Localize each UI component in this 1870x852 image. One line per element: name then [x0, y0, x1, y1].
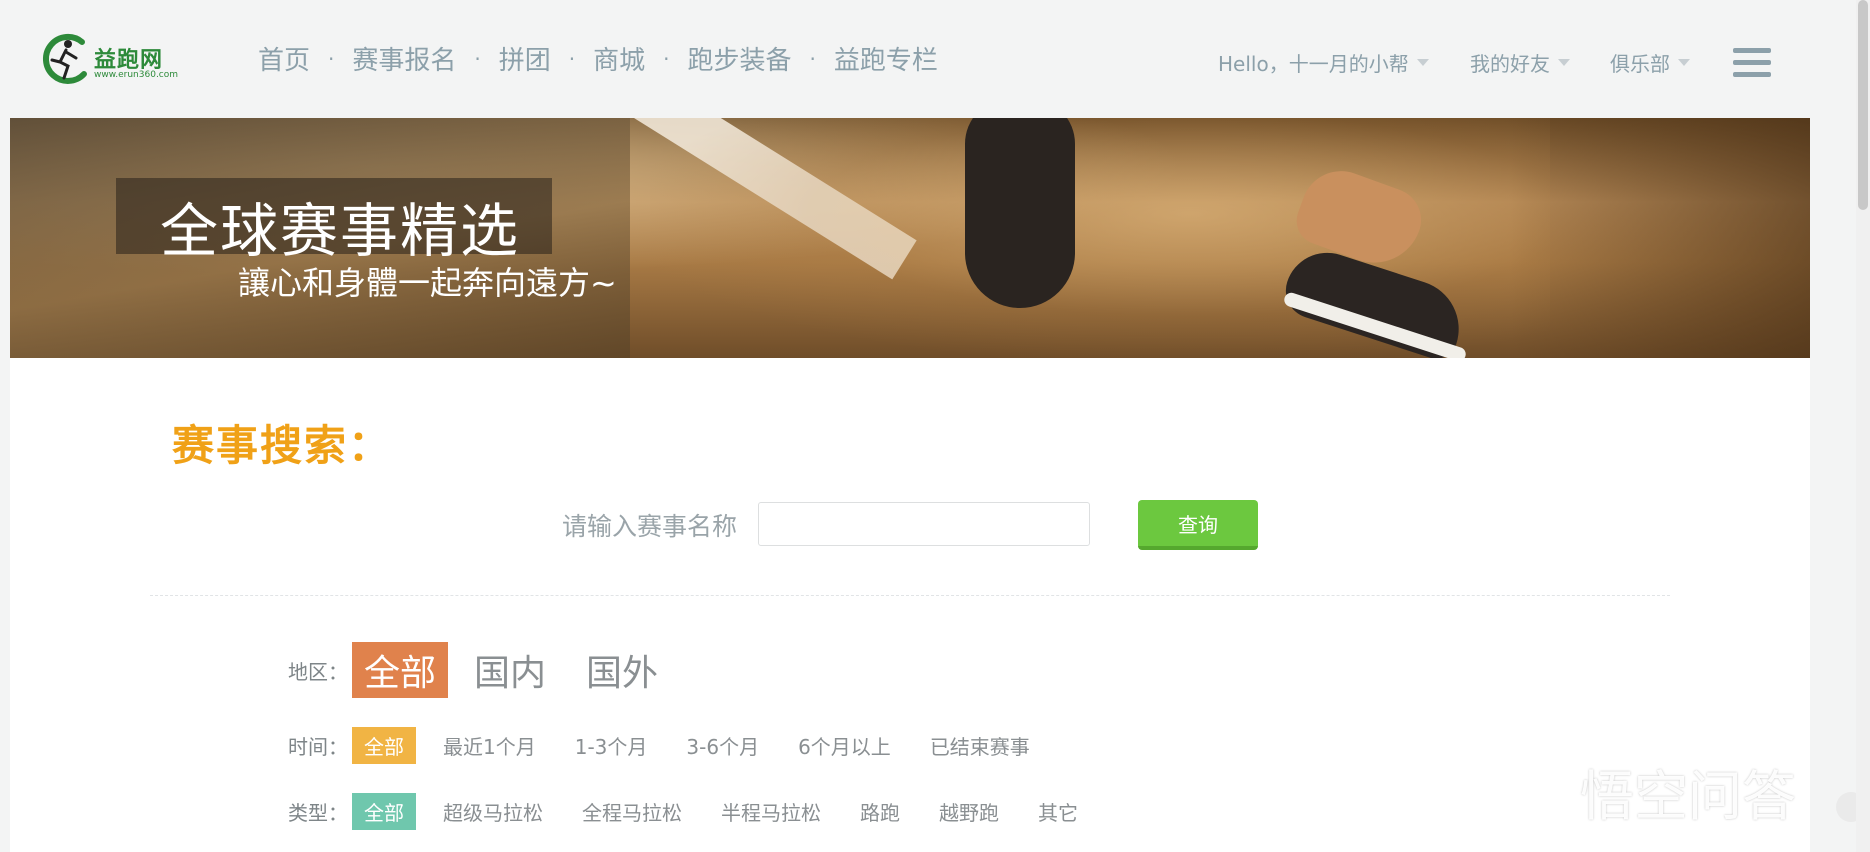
search-section-title: 赛事搜索： [172, 421, 393, 470]
nav-race-signup[interactable]: 赛事报名 [352, 40, 456, 77]
nav-group-buy[interactable]: 拼团 [499, 40, 551, 77]
nav-home[interactable]: 首页 [258, 40, 310, 77]
scrollbar-thumb[interactable] [1858, 0, 1868, 210]
type-filter-label: 类型： [288, 801, 348, 825]
banner-title: 全球赛事精选 [160, 197, 521, 265]
time-option-3-6-months[interactable]: 3-6个月 [686, 731, 759, 760]
region-filter: 地区： 全部 国内 国外 [288, 642, 698, 698]
race-name-search-input[interactable] [758, 502, 1090, 546]
nav-separator: · [809, 46, 816, 71]
type-option-ultramarathon[interactable]: 超级马拉松 [443, 797, 543, 826]
runner-leg-image [965, 118, 1075, 308]
hamburger-menu-icon[interactable] [1733, 48, 1771, 82]
search-label: 请输入赛事名称 [562, 512, 738, 541]
divider [150, 595, 1670, 596]
type-option-trail-run[interactable]: 越野跑 [939, 797, 999, 826]
type-option-road-run[interactable]: 路跑 [860, 797, 900, 826]
nav-separator: · [328, 46, 335, 71]
time-filter-label: 时间： [288, 735, 348, 759]
nav-separator: · [568, 46, 576, 71]
chevron-down-icon [1558, 59, 1570, 66]
type-option-marathon[interactable]: 全程马拉松 [582, 797, 682, 826]
chat-bubbles-icon [1492, 774, 1568, 810]
time-option-6-plus-months[interactable]: 6个月以上 [798, 731, 891, 760]
site-logo[interactable]: 益跑网 www.erun360.com [38, 30, 178, 88]
runner-logo-icon [42, 33, 87, 84]
region-filter-label: 地区： [288, 659, 348, 684]
main-nav: 首页 · 赛事报名 · 拼团 · 商城 · 跑步装备 · 益跑专栏 [258, 40, 938, 77]
type-filter: 类型： 全部 超级马拉松 全程马拉松 半程马拉松 路跑 越野跑 其它 [288, 793, 1117, 830]
user-greeting: Hello，十一月的小帮 [1218, 52, 1409, 76]
nav-running-gear[interactable]: 跑步装备 [688, 40, 792, 77]
region-option-domestic[interactable]: 国内 [474, 644, 546, 696]
nav-separator: · [663, 46, 670, 71]
banner-subtitle: 讓心和身體一起奔向遠方~ [238, 264, 617, 302]
nav-mall[interactable]: 商城 [593, 40, 645, 77]
time-option-1-month[interactable]: 最近1个月 [443, 731, 536, 760]
time-filter: 时间： 全部 最近1个月 1-3个月 3-6个月 6个月以上 已结束赛事 [288, 727, 1069, 764]
region-option-overseas[interactable]: 国外 [586, 644, 658, 696]
hero-banner: 全球赛事精选 讓心和身體一起奔向遠方~ [10, 118, 1810, 358]
logo-url: www.erun360.com [94, 70, 179, 80]
time-option-ended[interactable]: 已结束赛事 [930, 731, 1030, 760]
time-option-1-3-months[interactable]: 1-3个月 [575, 731, 648, 760]
friends-menu[interactable]: 我的好友 [1470, 48, 1570, 77]
search-button[interactable]: 查询 [1138, 500, 1258, 550]
user-menu[interactable]: Hello，十一月的小帮 [1218, 48, 1429, 77]
friends-label: 我的好友 [1470, 52, 1550, 76]
wukong-watermark: 悟空问答 [1490, 752, 1796, 831]
chevron-down-icon [1678, 59, 1690, 66]
chevron-down-icon [1416, 59, 1429, 66]
club-menu[interactable]: 俱乐部 [1610, 48, 1690, 77]
nav-separator: · [474, 46, 481, 71]
time-option-all[interactable]: 全部 [352, 727, 416, 764]
type-option-all[interactable]: 全部 [352, 793, 416, 830]
watermark-text: 悟空问答 [1580, 765, 1796, 828]
region-option-all[interactable]: 全部 [352, 642, 449, 698]
club-label: 俱乐部 [1610, 52, 1670, 76]
type-option-other[interactable]: 其它 [1038, 797, 1078, 826]
nav-column[interactable]: 益跑专栏 [834, 40, 938, 77]
type-option-half-marathon[interactable]: 半程马拉松 [721, 797, 821, 826]
